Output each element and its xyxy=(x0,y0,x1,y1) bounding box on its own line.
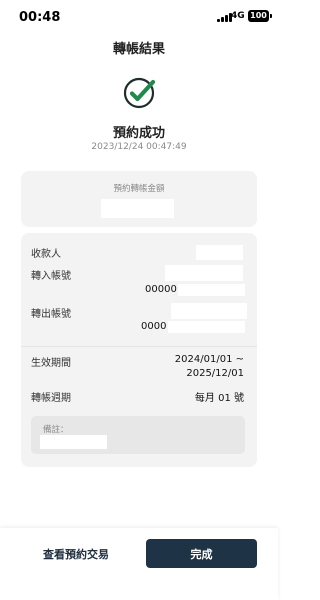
period-start: 2024/01/01 ~ xyxy=(174,354,244,365)
amount-value-redacted xyxy=(101,199,174,218)
battery-icon: 100 xyxy=(248,10,272,22)
payee-label: 收款人 xyxy=(31,249,61,260)
payee-value-redacted xyxy=(196,245,243,260)
note-value-redacted xyxy=(40,435,107,449)
view-scheduled-transactions-button[interactable]: 查看預約交易 xyxy=(20,541,132,567)
details-card: 收款人 轉入帳號 00000 轉出帳號 0000 生效期間 2024/01/01… xyxy=(21,233,257,467)
check-icon xyxy=(123,77,155,109)
note-box: 備註： xyxy=(31,416,245,454)
from-account-label: 轉出帳號 xyxy=(31,309,71,320)
to-account-label: 轉入帳號 xyxy=(31,271,71,282)
screen: 00:48 4G 100 轉帳結果 預約成功 2023/12/24 00:47:… xyxy=(0,0,278,600)
cycle-value: 每月 01 號 xyxy=(194,393,244,404)
result-title: 預約成功 xyxy=(112,126,165,141)
from-account-redacted-2 xyxy=(168,321,245,333)
result-timestamp: 2023/12/24 00:47:49 xyxy=(91,142,187,152)
to-account-redacted xyxy=(165,265,243,281)
page-title: 轉帳結果 xyxy=(112,42,165,57)
from-account-redacted xyxy=(171,303,247,319)
status-bar: 00:48 4G 100 xyxy=(0,0,278,34)
amount-card: 預約轉帳金額 xyxy=(21,171,257,227)
cycle-label: 轉帳週期 xyxy=(31,393,71,404)
to-account-suffix: 00000 xyxy=(145,284,177,295)
divider xyxy=(21,346,257,347)
amount-label: 預約轉帳金額 xyxy=(113,184,165,194)
period-label: 生效期間 xyxy=(31,358,71,369)
status-time: 00:48 xyxy=(19,10,61,25)
period-end: 2025/12/01 xyxy=(186,368,244,379)
note-label: 備註： xyxy=(43,425,69,435)
to-account-redacted-2 xyxy=(178,284,245,296)
network-type: 4G xyxy=(231,11,245,21)
signal-icon xyxy=(217,13,232,22)
from-account-suffix: 0000 xyxy=(141,321,167,332)
bottom-action-bar: 查看預約交易 完成 xyxy=(0,528,278,600)
done-button[interactable]: 完成 xyxy=(146,539,257,568)
